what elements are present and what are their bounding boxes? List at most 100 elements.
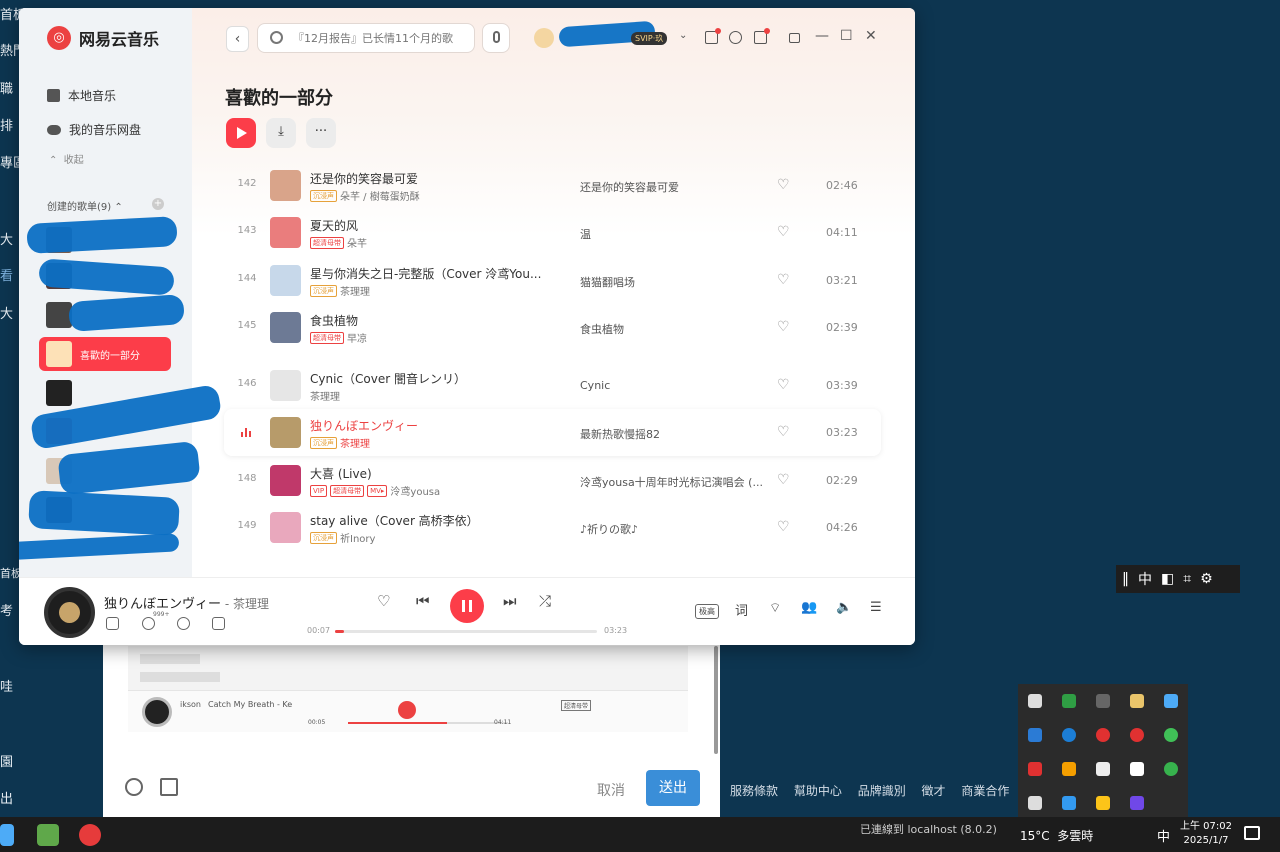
tray-app-icon[interactable]	[1096, 694, 1110, 708]
download-button[interactable]: ⤓	[266, 118, 296, 148]
shield-icon[interactable]	[1062, 694, 1076, 708]
add-to-playlist-icon[interactable]	[106, 617, 119, 630]
brand[interactable]: ◎ 网易云音乐	[47, 26, 159, 50]
minimize-button[interactable]: —	[815, 28, 829, 44]
track-album[interactable]: ♪祈りの歌♪	[580, 521, 638, 537]
share-icon[interactable]	[177, 617, 190, 630]
like-heart-icon[interactable]: ♡	[777, 473, 791, 487]
download-icon[interactable]	[212, 617, 225, 630]
track-artist[interactable]: 茶理理	[340, 283, 370, 298]
mini-mode-icon[interactable]	[789, 33, 800, 43]
table-row[interactable]: 145 食虫植物 超清母带 早凉 食虫植物 ♡ 02:39	[224, 304, 881, 351]
volume-icon[interactable]: 🔈	[836, 600, 852, 615]
send-button[interactable]: 送出	[646, 770, 700, 806]
netease-icon[interactable]	[1096, 728, 1110, 742]
quality-selector[interactable]: 极高	[695, 604, 719, 619]
image-icon[interactable]	[160, 778, 178, 796]
footer-link[interactable]: 幫助中心	[794, 784, 842, 798]
like-heart-icon[interactable]: ♡	[777, 178, 791, 192]
tray-app-icon[interactable]	[1130, 762, 1144, 776]
track-album[interactable]: 泠鸢yousa十周年时光标记演唱会 (...	[580, 474, 763, 490]
tray-app-icon[interactable]	[1028, 728, 1042, 742]
table-row[interactable]: 142 还是你的笑容最可爱 沉浸声 朵芊 / 樹莓蛋奶酥 还是你的笑容最可爱 ♡ …	[224, 162, 881, 209]
tray-app-icon[interactable]	[1130, 694, 1144, 708]
taskbar-app-icon[interactable]	[37, 824, 59, 846]
footer-link[interactable]: 服務條款	[730, 784, 778, 798]
tray-app-icon[interactable]	[1028, 796, 1042, 810]
sidebar-item-cloud-disk[interactable]: 我的音乐网盘	[47, 121, 141, 138]
track-artist[interactable]: 茶理理	[310, 388, 340, 403]
onenote-icon[interactable]	[1130, 796, 1144, 810]
track-name[interactable]: 夏天的风	[310, 217, 358, 234]
progress-bar[interactable]	[335, 630, 597, 633]
pause-button[interactable]	[450, 589, 484, 623]
emoji-icon[interactable]	[125, 778, 143, 796]
tray-app-icon[interactable]	[1164, 694, 1178, 708]
mv-badge[interactable]: MV▸	[367, 484, 388, 497]
vip-badge[interactable]: SVIP·玖	[631, 32, 668, 45]
taskbar-app-icon[interactable]	[0, 824, 14, 846]
settings-icon[interactable]	[729, 31, 742, 44]
netease-icon[interactable]	[1130, 728, 1144, 742]
track-album[interactable]: 温	[580, 226, 591, 242]
avatar[interactable]	[534, 28, 554, 48]
next-icon[interactable]: ⏭	[503, 592, 517, 610]
created-playlists-header[interactable]: 创建的歌单(9) ⌃	[47, 198, 123, 213]
like-heart-icon[interactable]: ♡	[777, 520, 791, 534]
track-name[interactable]: 星与你消失之日-完整版（Cover 泠鸢You...	[310, 265, 541, 282]
track-artist[interactable]: 茶理理	[340, 435, 370, 450]
track-album[interactable]: 猫猫翻唱场	[580, 274, 635, 290]
track-artist[interactable]: 泠鸢yousa	[390, 483, 440, 498]
settings-icon[interactable]: ⚙	[1200, 571, 1213, 587]
lyrics-button[interactable]: 词	[735, 600, 748, 619]
tray-app-icon[interactable]	[1028, 694, 1042, 708]
comment-icon[interactable]	[142, 617, 155, 630]
tray-app-icon[interactable]	[1062, 796, 1076, 810]
chevron-down-icon[interactable]: ⌄	[679, 30, 687, 41]
more-button[interactable]: ···	[306, 118, 336, 148]
clock[interactable]: 上午 07:02 2025/1/7	[1180, 820, 1232, 848]
track-artist[interactable]: 朵芊	[347, 235, 367, 250]
track-name[interactable]: 食虫植物	[310, 312, 358, 329]
track-album[interactable]: Cynic	[580, 379, 610, 392]
sidebar-item-active-playlist[interactable]: 喜歡的一部分	[39, 337, 171, 371]
wechat-icon[interactable]	[1164, 728, 1178, 742]
track-album[interactable]: 最新热歌慢摇82	[580, 426, 660, 442]
punctuation-icon[interactable]: ⌗	[1183, 571, 1191, 587]
like-heart-icon[interactable]: ♡	[777, 320, 791, 334]
listen-together-icon[interactable]: 👥	[801, 600, 817, 615]
netease-taskbar-icon[interactable]	[79, 824, 101, 846]
tray-app-icon[interactable]	[1164, 762, 1178, 776]
table-row[interactable]: 146 Cynic（Cover 闇音レンリ） 茶理理 Cynic ♡ 03:39	[224, 362, 881, 409]
search-input[interactable]	[293, 29, 465, 47]
like-heart-icon[interactable]: ♡	[377, 592, 390, 610]
like-heart-icon[interactable]: ♡	[777, 378, 791, 392]
table-row-now-playing[interactable]: 独りんぼエンヴィー 沉浸声 茶理理 最新热歌慢摇82 ♡ 03:23	[224, 409, 881, 456]
tray-app-icon[interactable]	[1062, 762, 1076, 776]
footer-link[interactable]: 商業合作	[961, 784, 1009, 798]
previous-icon[interactable]: ⏮	[416, 592, 430, 610]
footer-link[interactable]: 徵才	[922, 784, 946, 798]
cancel-button[interactable]: 取消	[597, 780, 625, 800]
ime-language[interactable]: 中	[1138, 569, 1152, 589]
shuffle-icon[interactable]: ⤮	[539, 592, 551, 610]
back-button[interactable]: ‹	[226, 26, 249, 52]
track-name[interactable]: 独りんぼエンヴィー	[310, 417, 418, 434]
now-playing-title[interactable]: 独りんぼエンヴィー - 茶理理	[104, 593, 269, 612]
track-name[interactable]: 大喜 (Live)	[310, 465, 372, 482]
like-heart-icon[interactable]: ♡	[777, 425, 791, 439]
track-artist[interactable]: 早凉	[347, 330, 367, 345]
maximize-button[interactable]: ☐	[840, 28, 853, 44]
track-name[interactable]: stay alive（Cover 高桥李依）	[310, 512, 479, 529]
table-row[interactable]: 149 stay alive（Cover 高桥李依） 沉浸声 祈Inory ♪祈り…	[224, 504, 881, 551]
speaker-icon[interactable]	[1028, 762, 1042, 776]
drag-handle-icon[interactable]: ‖	[1122, 571, 1129, 587]
close-button[interactable]: ✕	[865, 28, 877, 44]
playlist-queue-icon[interactable]: ☰	[870, 600, 882, 615]
microphone-icon[interactable]	[1096, 762, 1110, 776]
now-playing-cover[interactable]	[44, 587, 95, 638]
track-artist[interactable]: 祈Inory	[340, 530, 375, 545]
collapse-toggle[interactable]: ⌃ 收起	[49, 151, 84, 166]
half-width-icon[interactable]: ◧	[1161, 571, 1174, 587]
like-heart-icon[interactable]: ♡	[777, 273, 791, 287]
